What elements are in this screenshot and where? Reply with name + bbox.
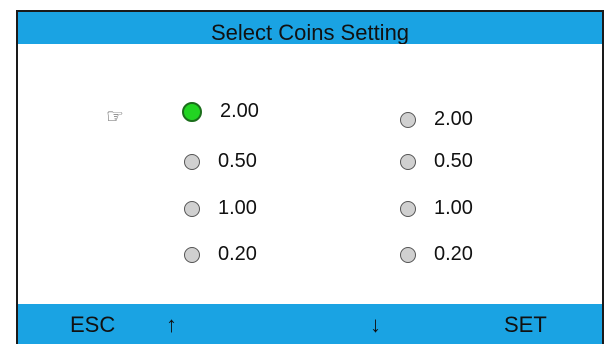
- page-title: Select Coins Setting: [210, 20, 410, 44]
- radio-icon[interactable]: [184, 246, 200, 263]
- option-value: 0.50: [218, 150, 257, 172]
- left-option-3[interactable]: 1.00: [184, 197, 257, 220]
- right-option-1[interactable]: 2.00: [400, 108, 473, 131]
- radio-icon[interactable]: [400, 153, 416, 170]
- option-value: 0.20: [434, 243, 473, 265]
- right-option-3[interactable]: 1.00: [400, 197, 473, 220]
- right-option-4[interactable]: 0.20: [400, 243, 473, 266]
- radio-icon[interactable]: [400, 200, 416, 217]
- left-option-4[interactable]: 0.20: [184, 243, 257, 266]
- pointing-hand-icon: ☞: [106, 106, 124, 128]
- option-value: 0.50: [434, 150, 473, 172]
- radio-icon[interactable]: [400, 111, 416, 128]
- up-arrow-icon[interactable]: ↑: [166, 312, 177, 338]
- esc-button[interactable]: ESC: [70, 312, 115, 338]
- option-value: 1.00: [434, 197, 473, 219]
- radio-selected-icon[interactable]: [182, 101, 202, 122]
- set-button[interactable]: SET: [504, 312, 547, 338]
- option-value: 0.20: [218, 243, 257, 265]
- down-arrow-icon[interactable]: ↓: [370, 312, 381, 338]
- title-bar: Select Coins Setting: [18, 12, 602, 44]
- coin-settings-screen: Select Coins Setting ☞ 2.00 0.50 1.00 0.…: [16, 10, 604, 344]
- right-option-2[interactable]: 0.50: [400, 150, 473, 173]
- radio-icon[interactable]: [184, 200, 200, 217]
- bottom-button-bar: ESC ↑ ↓ SET: [18, 304, 602, 344]
- left-option-2[interactable]: 0.50: [184, 150, 257, 173]
- radio-icon[interactable]: [184, 153, 200, 170]
- option-value: 2.00: [434, 108, 473, 130]
- coin-options-panel: ☞ 2.00 0.50 1.00 0.20 2.00 0.50 1.00 0.2…: [18, 44, 602, 304]
- option-value: 2.00: [220, 100, 259, 122]
- option-value: 1.00: [218, 197, 257, 219]
- radio-icon[interactable]: [400, 246, 416, 263]
- left-option-1[interactable]: 2.00: [182, 100, 259, 123]
